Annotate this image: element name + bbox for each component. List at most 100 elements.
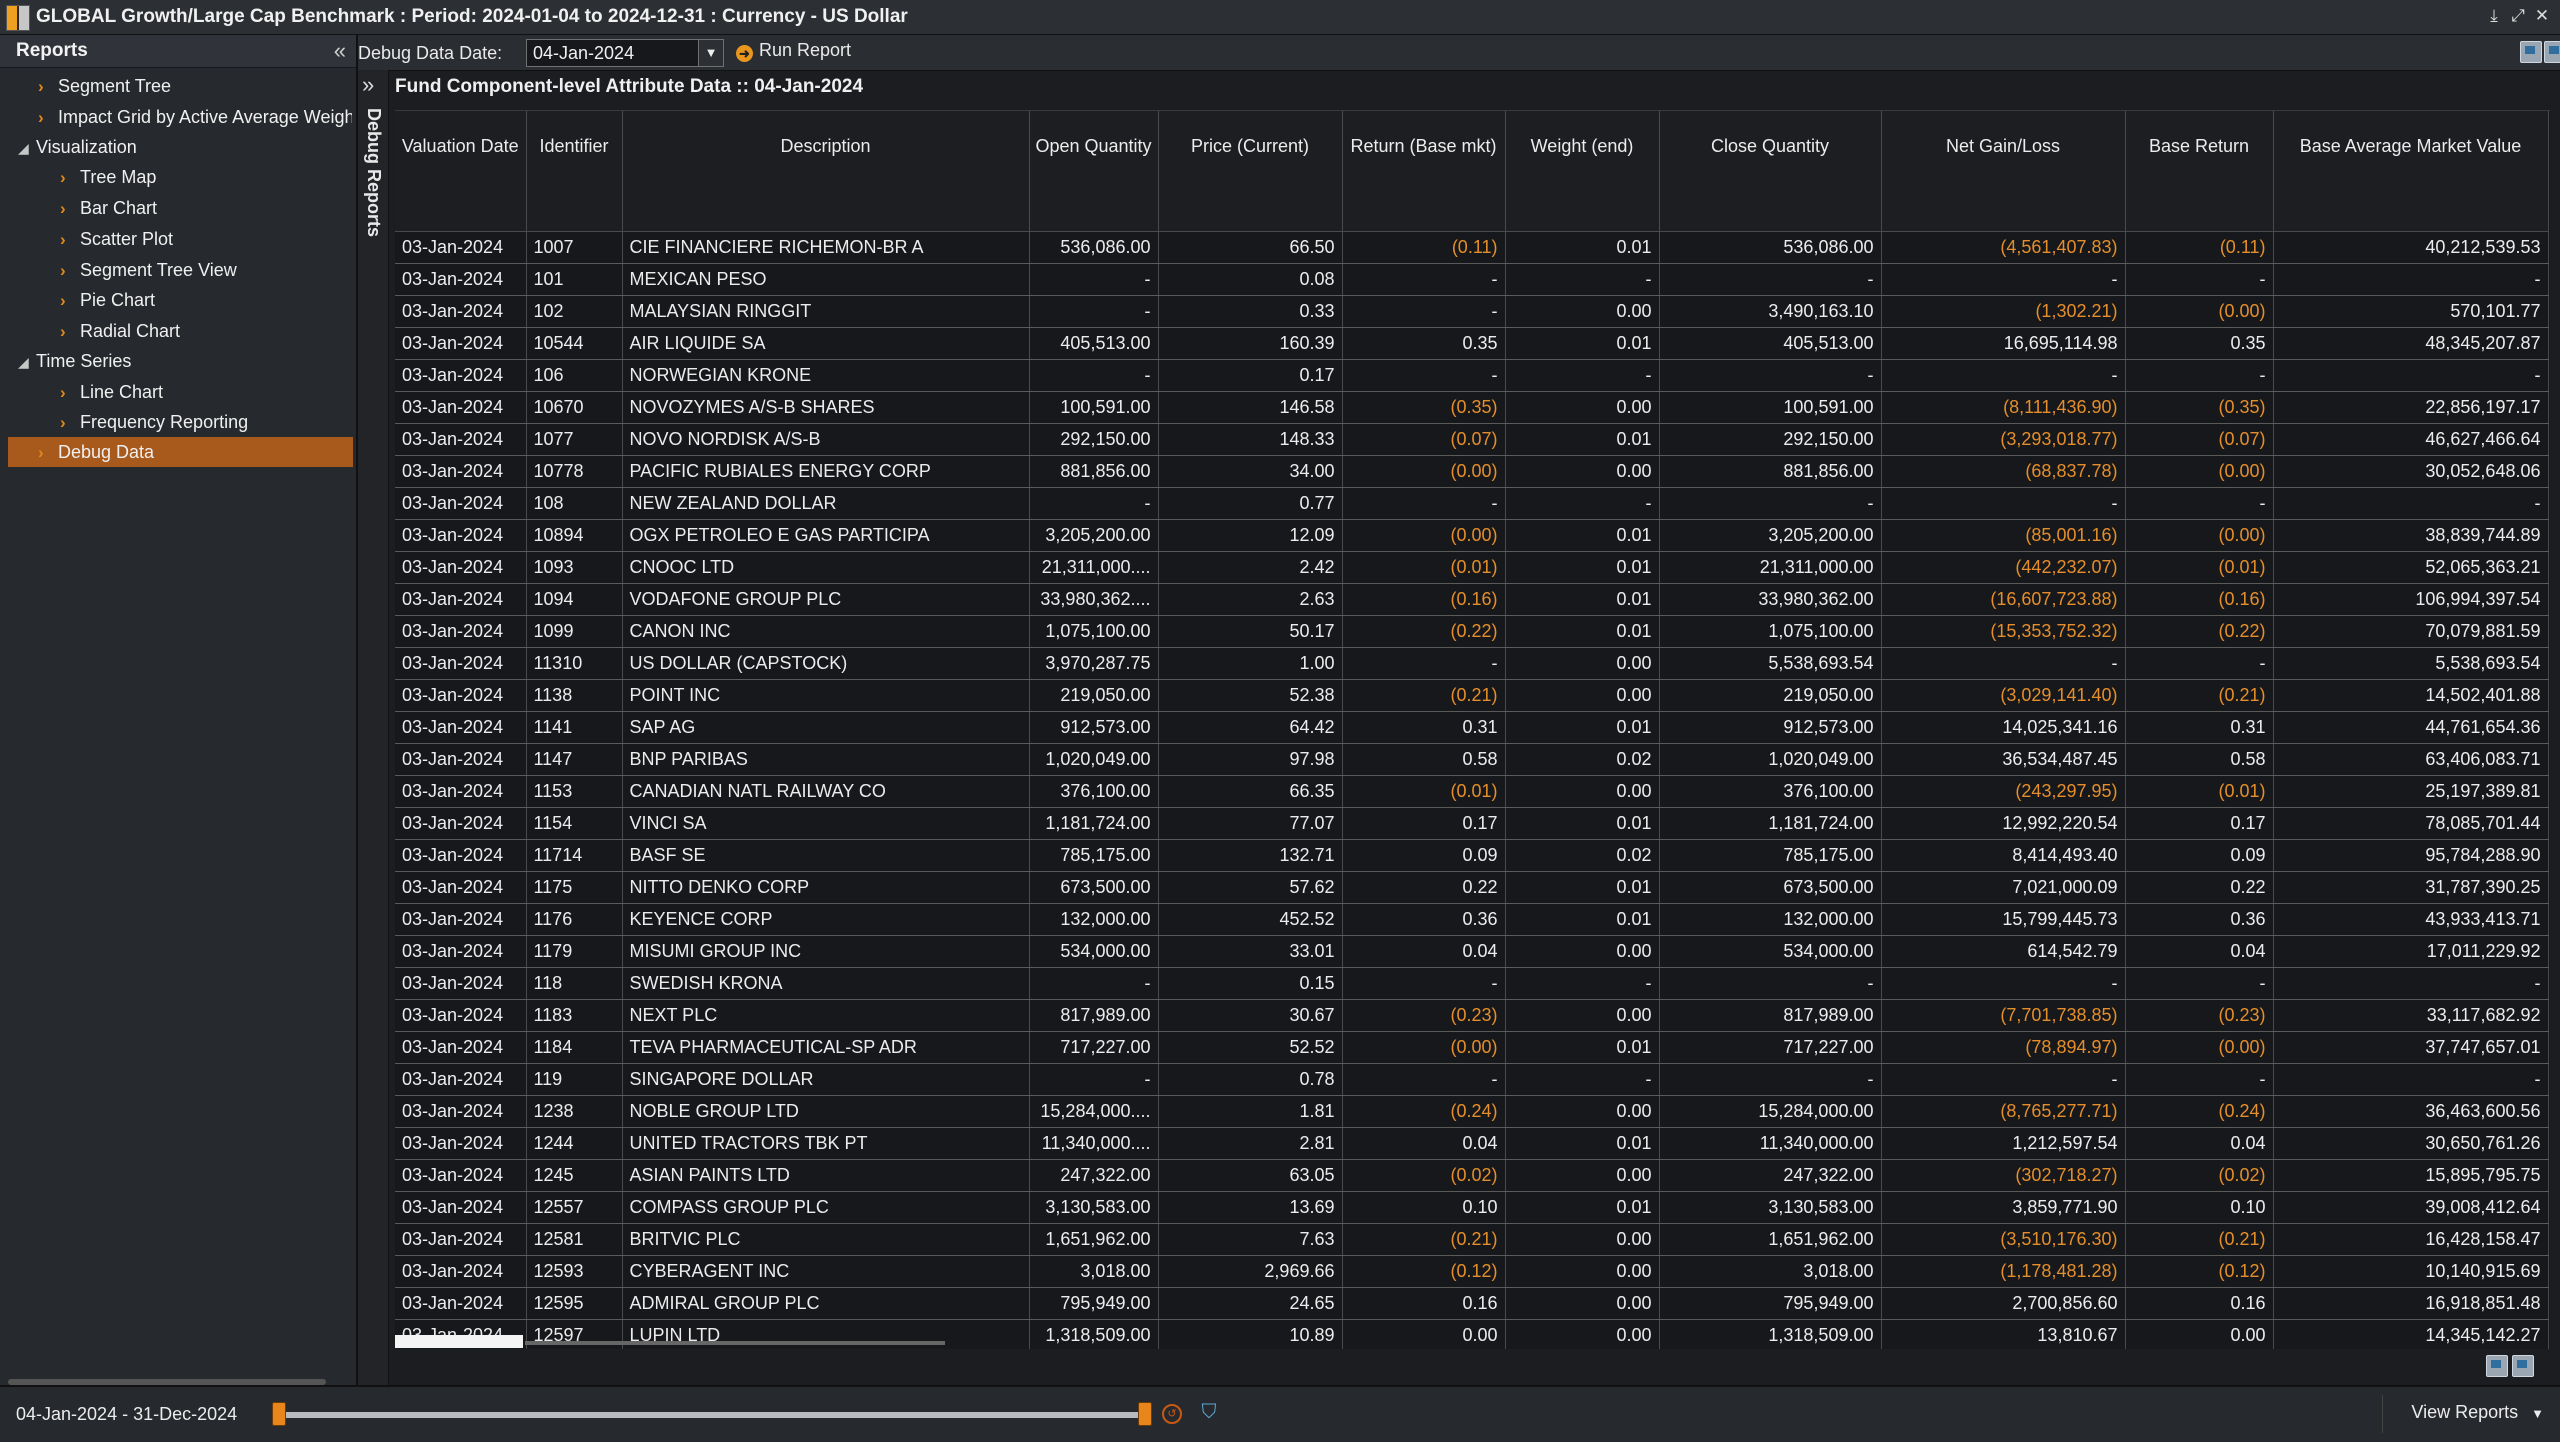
column-header[interactable]: Return (Base mkt) (1342, 111, 1506, 232)
table-row[interactable]: 03-Jan-2024 10778 PACIFIC RUBIALES ENERGY … (395, 455, 2549, 488)
grid-scroll-thumb[interactable] (395, 1335, 523, 1348)
table-row[interactable]: 03-Jan-2024 10670 NOVOZYMES A/S-B SHARES 10… (395, 391, 2549, 424)
column-header[interactable]: Description (622, 111, 1030, 232)
table-row[interactable]: 03-Jan-2024 1238 NOBLE GROUP LTD 15,284,000… (395, 1095, 2549, 1128)
table-row[interactable]: 03-Jan-2024 1077 NOVO NORDISK A/S-B 292,150… (395, 423, 2549, 456)
table-row[interactable]: 03-Jan-2024 1153 CANADIAN NATL RAILWAY CO 3… (395, 775, 2549, 808)
slider-start-handle[interactable] (272, 1402, 286, 1426)
table-row[interactable]: 03-Jan-2024 118 SWEDISH KRONA -0.15- - - - - - (395, 967, 2549, 1000)
column-header[interactable]: Close Quantity (1659, 111, 1882, 232)
table-cell: 1184 (526, 1031, 623, 1064)
table-row[interactable]: 03-Jan-2024 1138 POINT INC 219,050.00 52.38(… (395, 679, 2549, 712)
print-icon[interactable] (2544, 41, 2560, 63)
grid-export-icon[interactable] (2486, 1355, 2508, 1377)
table-cell: 452.52 (1158, 903, 1343, 936)
table-row[interactable]: 03-Jan-2024 1093 CNOOC LTD 21,311,000.... 2.… (395, 551, 2549, 584)
download-icon[interactable]: ⤓ (2484, 5, 2504, 27)
table-row[interactable]: 03-Jan-2024 1007 CIE FINANCIERE RICHEMON-B… (395, 231, 2549, 264)
run-report-button[interactable]: ➜ Run Report (736, 40, 851, 64)
table-cell: 13,810.67 (1881, 1319, 2126, 1349)
table-row[interactable]: 03-Jan-2024 1184 TEVA PHARMACEUTICAL-SP AD… (395, 1031, 2549, 1064)
table-row[interactable]: 03-Jan-2024 10894 OGX PETROLEO E GAS PARTI… (395, 519, 2549, 552)
sidebar-item-tree-map[interactable]: › Tree Map (60, 162, 352, 192)
reset-icon[interactable]: ↺ (1162, 1404, 1182, 1424)
grid-scroll-track[interactable] (525, 1341, 945, 1345)
column-header[interactable]: Net Gain/Loss (1881, 111, 2126, 232)
sidebar-item-visualization[interactable]: ◢ Visualization (18, 132, 352, 162)
column-header[interactable]: Price (Current) (1158, 111, 1343, 232)
filter-icon[interactable]: ⛉ (1198, 1401, 1220, 1423)
table-cell: 16,695,114.98 (1881, 327, 2126, 360)
table-row[interactable]: 03-Jan-2024 1176 KEYENCE CORP 132,000.00 452… (395, 903, 2549, 936)
table-row[interactable]: 03-Jan-2024 12593 CYBERAGENT INC 3,018.00 2,… (395, 1255, 2549, 1288)
expand-strip-icon[interactable]: » (362, 72, 374, 98)
close-icon[interactable]: ✕ (2532, 5, 2552, 27)
table-cell: 37,747,657.01 (2273, 1031, 2549, 1064)
table-cell: 785,175.00 (1659, 839, 1882, 872)
table-cell: (0.22) (2125, 615, 2274, 648)
table-cell: 33,980,362.... (1029, 583, 1159, 616)
table-row[interactable]: 03-Jan-2024 12581 BRITVIC PLC 1,651,962.00 7… (395, 1223, 2549, 1256)
sidebar-item-segment-tree[interactable]: › Segment Tree (38, 71, 352, 101)
sidebar-item-debug-data[interactable]: › Debug Data (8, 437, 353, 468)
sidebar-item-radial-chart[interactable]: › Radial Chart (60, 316, 352, 346)
column-header[interactable]: Open Quantity (1029, 111, 1159, 232)
column-header[interactable]: Valuation Date (395, 111, 527, 232)
table-cell: 03-Jan-2024 (395, 903, 527, 936)
table-row[interactable]: 03-Jan-2024 102 MALAYSIAN RINGGIT -0.33-0.0… (395, 295, 2549, 328)
table-row[interactable]: 03-Jan-2024 119 SINGAPORE DOLLAR -0.78- - - - -… (395, 1063, 2549, 1096)
sidebar-item-segment-tree-view[interactable]: › Segment Tree View (60, 255, 352, 285)
column-header[interactable]: Weight (end) (1505, 111, 1660, 232)
period-slider[interactable] (278, 1412, 1144, 1418)
debug-date-select[interactable]: 04-Jan-2024 ▼ (526, 39, 724, 67)
sidebar-item-line-chart[interactable]: › Line Chart (60, 377, 352, 407)
sidebar-item-time-series[interactable]: ◢ Time Series (18, 346, 352, 376)
table-row[interactable]: 03-Jan-2024 1175 NITTO DENKO CORP 673,500.0… (395, 871, 2549, 904)
sidebar-item-scatter-plot[interactable]: › Scatter Plot (60, 224, 352, 254)
table-row[interactable]: 03-Jan-2024 1154 VINCI SA 1,181,724.00 77.07… (395, 807, 2549, 840)
debug-reports-strip[interactable]: » Debug Reports (358, 70, 389, 1385)
grid-print-icon[interactable] (2512, 1355, 2534, 1377)
column-header[interactable]: Base Return (2125, 111, 2274, 232)
table-cell: 100,591.00 (1659, 391, 1882, 424)
table-cell: (85,001.16) (1881, 519, 2126, 552)
table-row[interactable]: 03-Jan-2024 1179 MISUMI GROUP INC 534,000.0… (395, 935, 2549, 968)
table-row[interactable]: 03-Jan-2024 101 MEXICAN PESO -0.08- - - - - - (395, 263, 2549, 296)
collapse-panel-icon[interactable]: « (334, 38, 346, 64)
table-cell: 1,020,049.00 (1659, 743, 1882, 776)
table-row[interactable]: 03-Jan-2024 1099 CANON INC 1,075,100.00 50.1… (395, 615, 2549, 648)
sidebar-item-label: Debug Data (58, 442, 155, 463)
table-body: 03-Jan-2024 1007 CIE FINANCIERE RICHEMON-B… (395, 231, 2549, 1349)
table-cell: 0.10 (1342, 1191, 1506, 1224)
column-header[interactable]: Identifier (526, 111, 623, 232)
table-row[interactable]: 03-Jan-2024 12557 COMPASS GROUP PLC 3,130,5… (395, 1191, 2549, 1224)
chevron-down-icon[interactable]: ▼ (698, 40, 723, 66)
table-row[interactable]: 03-Jan-2024 1244 UNITED TRACTORS TBK PT 11,… (395, 1127, 2549, 1160)
table-cell: 1,318,509.00 (1029, 1319, 1159, 1349)
table-row[interactable]: 03-Jan-2024 1141 SAP AG 912,573.00 64.42 0.31… (395, 711, 2549, 744)
table-row[interactable]: 03-Jan-2024 108 NEW ZEALAND DOLLAR -0.77- - -… (395, 487, 2549, 520)
table-row[interactable]: 03-Jan-2024 1183 NEXT PLC 817,989.00 30.67 (0… (395, 999, 2549, 1032)
table-row[interactable]: 03-Jan-2024 11714 BASF SE 785,175.00 132.71 0… (395, 839, 2549, 872)
table-row[interactable]: 03-Jan-2024 10544 AIR LIQUIDE SA 405,513.00… (395, 327, 2549, 360)
sidebar-item-frequency-reporting[interactable]: › Frequency Reporting (60, 407, 352, 437)
column-header[interactable]: Base Average Market Value (2273, 111, 2549, 232)
maximize-icon[interactable]: ⤢ (2508, 5, 2528, 27)
table-cell: 1,075,100.00 (1659, 615, 1882, 648)
table-row[interactable]: 03-Jan-2024 12595 ADMIRAL GROUP PLC 795,949… (395, 1287, 2549, 1320)
table-row[interactable]: 03-Jan-2024 1094 VODAFONE GROUP PLC 33,980,… (395, 583, 2549, 616)
table-cell: 0.02 (1505, 743, 1660, 776)
view-reports-button[interactable]: View Reports ▼ (2411, 1402, 2544, 1423)
export-icon[interactable] (2520, 41, 2542, 63)
sidebar-item-pie-chart[interactable]: › Pie Chart (60, 285, 352, 315)
table-row[interactable]: 03-Jan-2024 106 NORWEGIAN KRONE -0.17- - - - - - (395, 359, 2549, 392)
slider-end-handle[interactable] (1138, 1402, 1152, 1426)
table-row[interactable]: 03-Jan-2024 1147 BNP PARIBAS 1,020,049.00 97… (395, 743, 2549, 776)
table-cell: 11310 (526, 647, 623, 680)
table-cell: - (1029, 359, 1159, 392)
sidebar-item-impact-grid-by-active-average-weight[interactable]: › Impact Grid by Active Average Weight (38, 102, 352, 132)
sidebar-item-bar-chart[interactable]: › Bar Chart (60, 193, 352, 223)
debug-date-value: 04-Jan-2024 (533, 43, 635, 63)
table-row[interactable]: 03-Jan-2024 1245 ASIAN PAINTS LTD 247,322.0… (395, 1159, 2549, 1192)
table-row[interactable]: 03-Jan-2024 11310 US DOLLAR (CAPSTOCK) 3,97… (395, 647, 2549, 680)
